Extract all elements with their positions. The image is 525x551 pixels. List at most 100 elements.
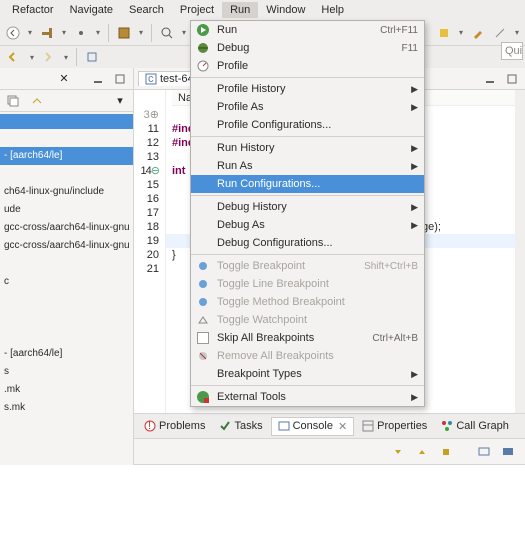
tree-item[interactable]: gcc-cross/aarch64-linux-gnu: [0, 219, 133, 237]
submenu-arrow-icon: ▶: [411, 369, 418, 380]
menu-item[interactable]: Run Configurations...: [191, 175, 424, 193]
menu-item[interactable]: Profile As▶: [191, 98, 424, 116]
display-icon[interactable]: [475, 443, 493, 461]
menu-item[interactable]: Debug As▶: [191, 216, 424, 234]
menu-item-label: Toggle Line Breakpoint: [217, 278, 418, 290]
back-icon[interactable]: [4, 24, 22, 42]
tool-icon[interactable]: [72, 24, 90, 42]
submenu-arrow-icon: ▶: [411, 143, 418, 154]
bottom-views-tabbar: !Problems Tasks Console ✕ PropertiesCall Gra…: [134, 413, 525, 439]
menu-item-label: Toggle Watchpoint: [217, 314, 418, 326]
menu-item[interactable]: Run As▶: [191, 157, 424, 175]
run-icon: [195, 22, 211, 38]
tree-item[interactable]: - [aarch64/le]: [0, 147, 133, 165]
view-tab-properties[interactable]: Properties: [356, 418, 433, 434]
minimize-icon[interactable]: [481, 70, 499, 88]
submenu-arrow-icon: ▶: [411, 84, 418, 95]
down-icon[interactable]: [389, 443, 407, 461]
menu-item[interactable]: Profile Configurations...: [191, 116, 424, 134]
menu-navigate[interactable]: Navigate: [62, 2, 121, 18]
view-tab-label: Tasks: [234, 420, 262, 432]
blank-icon: [195, 217, 211, 233]
collapse-all-icon[interactable]: [4, 92, 22, 110]
bp-icon: [195, 258, 211, 274]
tree-item[interactable]: gcc-cross/aarch64-linux-gnu: [0, 237, 133, 255]
maximize-icon[interactable]: [111, 70, 129, 88]
console-body[interactable]: [0, 465, 525, 551]
tree-item[interactable]: s.mk: [0, 399, 133, 417]
menu-item[interactable]: Skip All BreakpointsCtrl+Alt+B: [191, 329, 424, 347]
tree-item[interactable]: c: [0, 273, 133, 291]
menu-item[interactable]: External Tools▶: [191, 388, 424, 406]
menu-item[interactable]: DebugF11: [191, 39, 424, 57]
open-console-icon[interactable]: [499, 443, 517, 461]
close-icon[interactable]: ✕: [338, 420, 347, 433]
menu-run[interactable]: Run: [222, 2, 258, 18]
up-icon[interactable]: [413, 443, 431, 461]
pin-icon[interactable]: [437, 443, 455, 461]
blank-icon: [195, 235, 211, 251]
back-arrow-icon[interactable]: [6, 48, 24, 66]
dropdown-icon[interactable]: ▾: [513, 28, 521, 37]
menu-item[interactable]: Breakpoint Types▶: [191, 365, 424, 383]
menu-item: Toggle Method Breakpoint: [191, 293, 424, 311]
blank-icon: [195, 158, 211, 174]
menu-item[interactable]: RunCtrl+F11: [191, 21, 424, 39]
view-tab-tasks[interactable]: Tasks: [213, 418, 268, 434]
menu-window[interactable]: Window: [258, 2, 313, 18]
close-icon[interactable]: ✕: [55, 70, 73, 88]
menu-project[interactable]: Project: [172, 2, 222, 18]
dropdown-icon[interactable]: ▾: [60, 28, 68, 37]
dropdown-icon[interactable]: ▾: [28, 53, 36, 62]
tree-item[interactable]: ude: [0, 201, 133, 219]
menu-item: Toggle BreakpointShift+Ctrl+B: [191, 257, 424, 275]
menu-refactor[interactable]: Refactor: [4, 2, 62, 18]
tree-item[interactable]: ch64-linux-gnu/include: [0, 183, 133, 201]
view-tab-label: Console: [293, 420, 333, 432]
menu-item[interactable]: Run History▶: [191, 139, 424, 157]
view-tab-callgraph[interactable]: Call Graph: [435, 418, 515, 434]
paint-icon[interactable]: [435, 24, 453, 42]
link-icon[interactable]: [28, 92, 46, 110]
menu-item[interactable]: Profile History ▶: [191, 80, 424, 98]
dropdown-icon[interactable]: ▾: [137, 28, 145, 37]
search-icon[interactable]: [158, 24, 176, 42]
wand-icon[interactable]: [491, 24, 509, 42]
submenu-arrow-icon: ▶: [411, 161, 418, 172]
menu-item-label: Debug As: [217, 219, 405, 231]
menu-item[interactable]: Debug Configurations...: [191, 234, 424, 252]
dropdown-icon[interactable]: ▾: [457, 28, 465, 37]
view-menu-icon[interactable]: ▾: [111, 92, 129, 110]
bp-icon: [195, 294, 211, 310]
callgraph-icon: [441, 420, 453, 432]
view-tab-console[interactable]: Console ✕: [271, 417, 355, 436]
minimize-icon[interactable]: [89, 70, 107, 88]
tree-item[interactable]: - [aarch64/le]: [0, 345, 133, 363]
maximize-icon[interactable]: [503, 70, 521, 88]
properties-icon: [362, 420, 374, 432]
menu-item[interactable]: Debug History▶: [191, 198, 424, 216]
hammer-icon[interactable]: [38, 24, 56, 42]
tree-item[interactable]: s: [0, 363, 133, 381]
dropdown-icon[interactable]: ▾: [26, 28, 34, 37]
package-icon[interactable]: [115, 24, 133, 42]
dropdown-icon[interactable]: ▾: [180, 28, 188, 37]
menu-item-label: Profile Configurations...: [217, 119, 418, 131]
console-toolbar: [134, 439, 525, 465]
quick-access-input[interactable]: Qui: [501, 42, 523, 60]
menu-item: Remove All Breakpoints: [191, 347, 424, 365]
brush-icon[interactable]: [469, 24, 487, 42]
fwd-arrow-icon[interactable]: [40, 48, 58, 66]
dropdown-icon[interactable]: ▾: [62, 53, 70, 62]
view-tab-problems[interactable]: !Problems: [138, 418, 211, 434]
dropdown-icon[interactable]: ▾: [94, 28, 102, 37]
wp-icon: [195, 312, 211, 328]
menu-item-label: Skip All Breakpoints: [217, 332, 366, 344]
tree-item[interactable]: .mk: [0, 381, 133, 399]
menu-search[interactable]: Search: [121, 2, 172, 18]
view-tab-label: Problems: [159, 420, 205, 432]
collapse-icon[interactable]: [83, 48, 101, 66]
menu-help[interactable]: Help: [313, 2, 352, 18]
menu-item-label: Profile History: [217, 83, 405, 95]
menu-item[interactable]: Profile: [191, 57, 424, 75]
